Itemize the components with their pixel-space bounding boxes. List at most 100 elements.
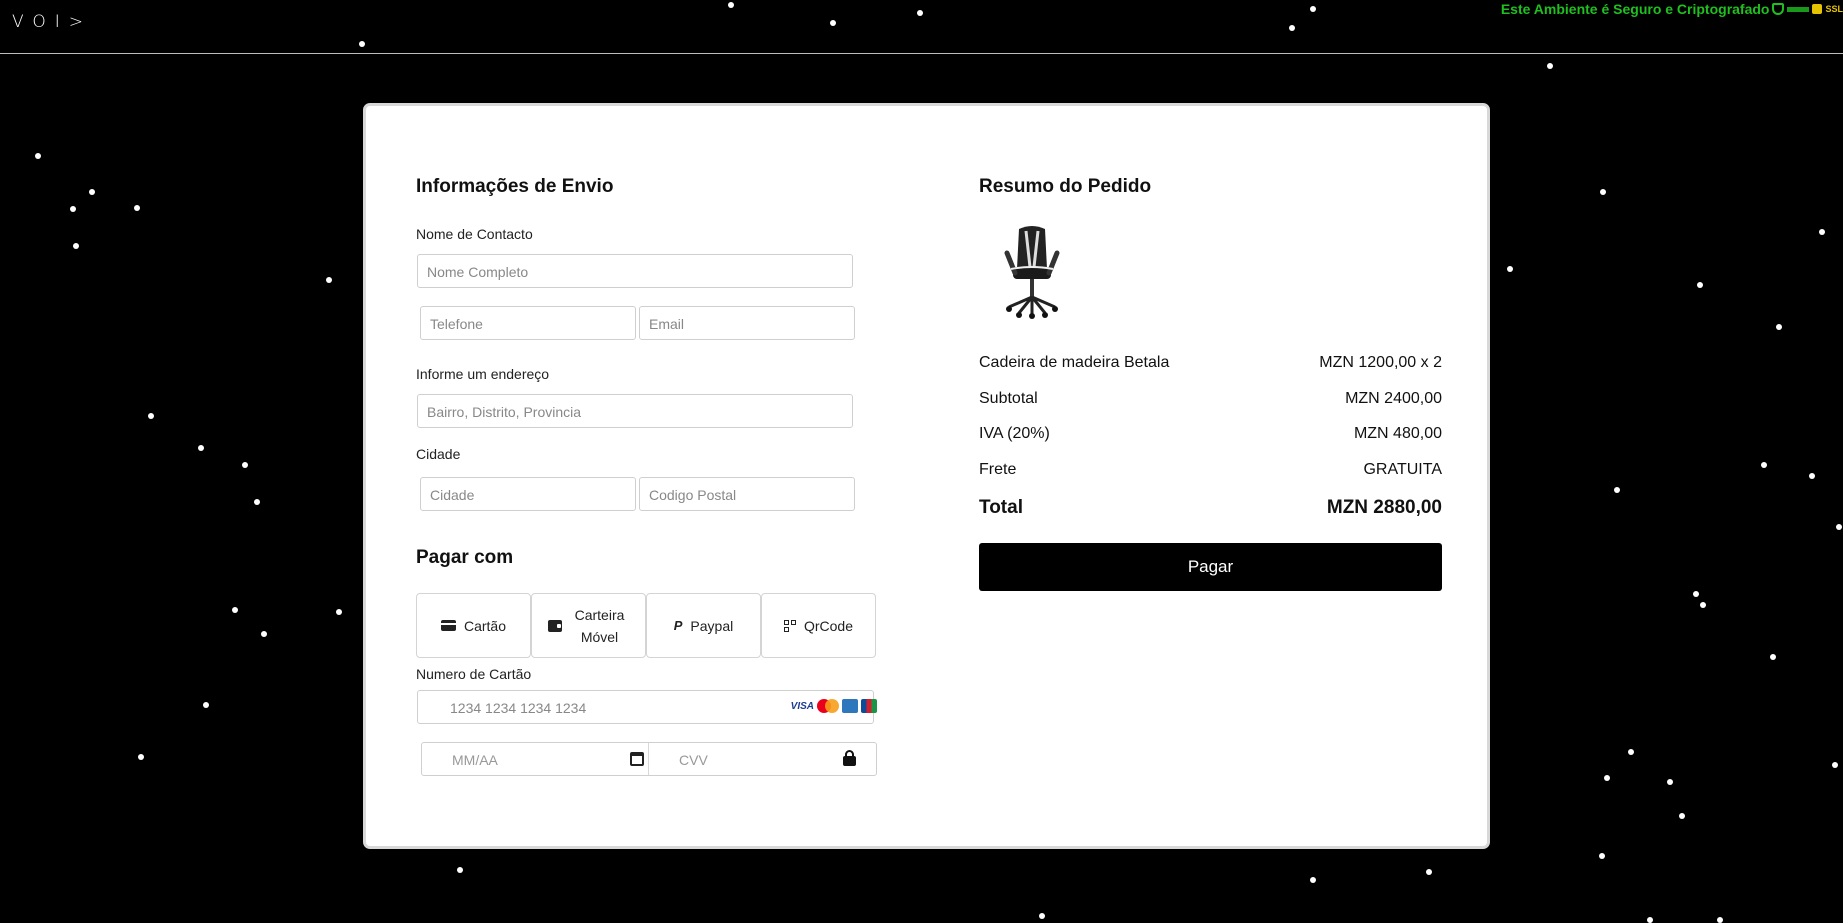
star: [1700, 602, 1706, 608]
star: [1310, 6, 1316, 12]
pay-option-label: Carteira Móvel: [574, 606, 625, 645]
credit-card-icon: [440, 620, 456, 631]
star: [728, 2, 734, 8]
shipping-cost-label: Frete: [979, 461, 1017, 478]
star: [73, 243, 79, 249]
star: [232, 607, 238, 613]
pay-option-card[interactable]: Cartão: [416, 593, 531, 658]
secure-banner: Este Ambiente é Seguro e Criptografado S…: [1501, 0, 1843, 18]
pay-option-paypal[interactable]: P Paypal: [646, 593, 761, 658]
contact-label: Nome de Contacto: [416, 226, 533, 242]
summary-title: Resumo do Pedido: [979, 176, 1152, 197]
shield-check-icon: [1772, 3, 1785, 15]
pay-button[interactable]: Pagar: [979, 543, 1442, 591]
expiry-placeholder: MM/AA: [452, 752, 498, 768]
star: [1697, 282, 1703, 288]
shipping-title: Informações de Envio: [416, 176, 614, 197]
star: [1770, 654, 1776, 660]
star: [1604, 775, 1610, 781]
star: [134, 205, 140, 211]
pay-option-qrcode[interactable]: QrCode: [761, 593, 876, 658]
star: [830, 20, 836, 26]
star: [89, 189, 95, 195]
paypal-icon: P: [673, 617, 683, 633]
star: [1832, 762, 1838, 768]
card-details-row: MM/AA CVV: [421, 742, 877, 776]
subtotal-row: Subtotal MZN 2400,00: [979, 390, 1442, 408]
star: [35, 153, 41, 159]
email-input[interactable]: Email: [639, 306, 855, 340]
total-value: MZN 2880,00: [1326, 497, 1442, 518]
star: [1693, 591, 1699, 597]
pay-option-mobile-wallet[interactable]: Carteira Móvel: [531, 593, 646, 658]
security-bar-icon: [1787, 6, 1810, 12]
item-price: MZN 1200,00 x 2: [1319, 354, 1442, 371]
star: [1310, 877, 1316, 883]
card-brands: VISA: [791, 699, 877, 713]
mastercard-icon: [817, 699, 839, 713]
star: [254, 499, 260, 505]
fullname-input[interactable]: Nome Completo: [417, 254, 853, 288]
star: [1547, 63, 1553, 69]
jcb-icon: [861, 699, 877, 713]
star: [917, 10, 923, 16]
star: [359, 41, 365, 47]
star: [1614, 487, 1620, 493]
tax-row: IVA (20%) MZN 480,00: [979, 425, 1442, 443]
logo[interactable]: VOI>: [12, 12, 92, 32]
star: [70, 206, 76, 212]
padlock-icon: [1812, 4, 1823, 14]
shipping-cost-value: GRATUITA: [1363, 461, 1442, 478]
card-number-placeholder: 1234 1234 1234 1234: [450, 700, 587, 716]
star: [336, 609, 342, 615]
postal-code-input[interactable]: Codigo Postal: [639, 477, 855, 511]
star: [1600, 189, 1606, 195]
city-input[interactable]: Cidade: [420, 477, 636, 511]
cvv-input[interactable]: CVV: [649, 743, 876, 775]
order-item-row: Cadeira de madeira Betala MZN 1200,00 x …: [979, 354, 1442, 372]
star: [1599, 853, 1605, 859]
star: [242, 462, 248, 468]
star: [1761, 462, 1767, 468]
top-bar: VOI> Este Ambiente é Seguro e Criptograf…: [0, 0, 1843, 54]
star: [1647, 917, 1653, 923]
wallet-icon: [547, 619, 562, 632]
phone-input[interactable]: Telefone: [420, 306, 636, 340]
expiry-input[interactable]: MM/AA: [422, 743, 649, 775]
pay-option-label: Cartão: [463, 617, 507, 634]
star: [203, 702, 209, 708]
subtotal-label: Subtotal: [979, 390, 1038, 407]
star: [1776, 324, 1782, 330]
visa-icon: VISA: [790, 700, 814, 712]
payment-options: Cartão Carteira Móvel P Paypal QrCode: [416, 593, 876, 658]
star: [1289, 25, 1295, 31]
star: [457, 867, 463, 873]
calendar-icon: [630, 752, 644, 766]
amex-icon: [842, 699, 858, 713]
star: [326, 277, 332, 283]
star: [1628, 749, 1634, 755]
qrcode-icon: [783, 619, 796, 632]
star: [1809, 473, 1815, 479]
address-input[interactable]: Bairro, Distrito, Provincia: [417, 394, 853, 428]
star: [1667, 779, 1673, 785]
product-image: [1004, 226, 1060, 319]
star: [148, 413, 154, 419]
cvv-placeholder: CVV: [679, 752, 708, 768]
tax-label: IVA (20%): [979, 425, 1050, 442]
card-number-input[interactable]: 1234 1234 1234 1234 VISA: [417, 690, 877, 724]
checkout-card: Informações de Envio Nome de Contacto No…: [363, 103, 1490, 849]
star: [1717, 917, 1723, 923]
star: [1507, 266, 1513, 272]
total-label: Total: [979, 497, 1023, 518]
star: [1039, 913, 1045, 919]
item-name: Cadeira de madeira Betala: [979, 354, 1170, 371]
subtotal-value: MZN 2400,00: [1345, 390, 1442, 407]
tax-value: MZN 480,00: [1353, 425, 1442, 442]
star: [198, 445, 204, 451]
ssl-label: SSL: [1825, 4, 1843, 14]
star: [1819, 229, 1825, 235]
total-row: Total MZN 2880,00: [979, 497, 1442, 519]
pay-option-label: Paypal: [690, 617, 734, 634]
star: [1836, 524, 1842, 530]
